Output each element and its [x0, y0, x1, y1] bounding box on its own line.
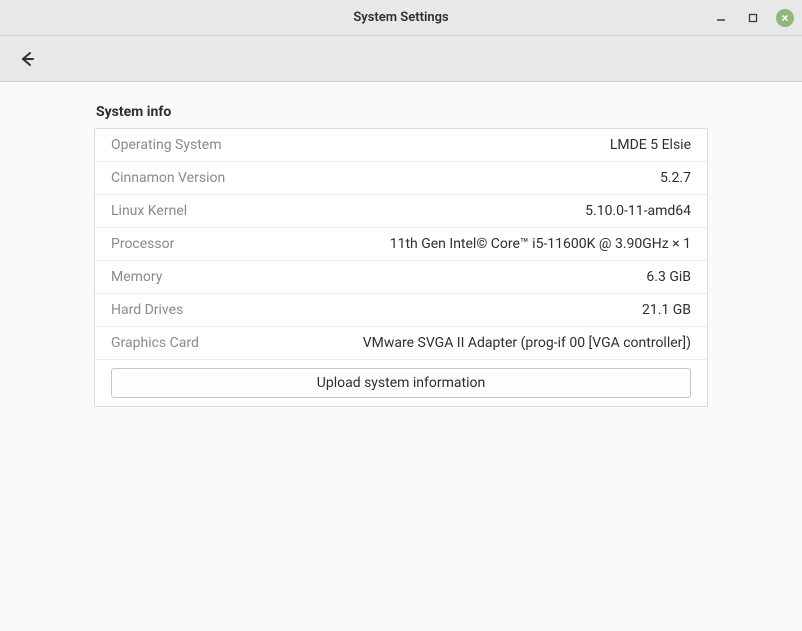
info-panel: Operating System LMDE 5 Elsie Cinnamon V…: [94, 128, 708, 407]
upload-button[interactable]: Upload system information: [111, 368, 691, 398]
info-value: LMDE 5 Elsie: [610, 137, 691, 153]
info-value: 6.3 GiB: [646, 269, 691, 285]
info-label: Cinnamon Version: [111, 170, 225, 186]
info-label: Hard Drives: [111, 302, 183, 318]
info-value: 11th Gen Intel© Core™ i5-11600K @ 3.90GH…: [390, 236, 691, 252]
info-label: Processor: [111, 236, 174, 252]
close-button[interactable]: [776, 9, 794, 27]
table-row: Operating System LMDE 5 Elsie: [95, 129, 707, 162]
info-label: Memory: [111, 269, 162, 285]
maximize-icon: [748, 13, 758, 23]
window-controls: [712, 0, 794, 36]
maximize-button[interactable]: [744, 9, 762, 27]
back-arrow-icon: [18, 50, 36, 68]
table-row: Linux Kernel 5.10.0-11-amd64: [95, 195, 707, 228]
info-value: 21.1 GB: [642, 302, 691, 318]
info-label: Linux Kernel: [111, 203, 187, 219]
content-area: System info Operating System LMDE 5 Elsi…: [0, 82, 802, 429]
table-row: Memory 6.3 GiB: [95, 261, 707, 294]
upload-row: Upload system information: [95, 360, 707, 406]
info-value: 5.10.0-11-amd64: [585, 203, 691, 219]
toolbar: [0, 36, 802, 82]
info-label: Graphics Card: [111, 335, 199, 351]
minimize-button[interactable]: [712, 9, 730, 27]
titlebar: System Settings: [0, 0, 802, 36]
window-title: System Settings: [353, 10, 448, 25]
section-title: System info: [94, 104, 708, 120]
close-icon: [780, 13, 790, 23]
table-row: Cinnamon Version 5.2.7: [95, 162, 707, 195]
table-row: Hard Drives 21.1 GB: [95, 294, 707, 327]
table-row: Processor 11th Gen Intel© Core™ i5-11600…: [95, 228, 707, 261]
minimize-icon: [716, 13, 726, 23]
info-label: Operating System: [111, 137, 222, 153]
table-row: Graphics Card VMware SVGA II Adapter (pr…: [95, 327, 707, 360]
back-button[interactable]: [14, 46, 40, 72]
info-value: 5.2.7: [660, 170, 691, 186]
info-value: VMware SVGA II Adapter (prog-if 00 [VGA …: [363, 335, 691, 351]
